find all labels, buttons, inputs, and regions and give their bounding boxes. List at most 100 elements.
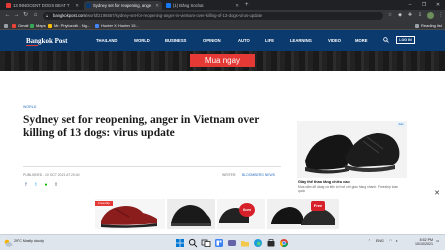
tab-favicon-icon: [166, 3, 171, 8]
height-badge: 6cm: [239, 203, 255, 217]
shoe-ad-image[interactable]: [297, 121, 407, 178]
reload-icon[interactable]: ↻: [21, 11, 30, 20]
ad-tile-red-shoe[interactable]: Freeship toàn quốc: [95, 199, 165, 229]
profile-avatar[interactable]: [427, 12, 434, 19]
bookmark-label: Hunter X Hunter 15...: [101, 23, 139, 28]
kebab-menu-icon[interactable]: ⋮: [437, 11, 445, 20]
bookmark-icon: [95, 23, 99, 28]
puzzle-icon[interactable]: ✚: [406, 11, 414, 20]
bookmark-apps[interactable]: [4, 21, 10, 30]
bookmarks-bar: Gmail Maps Mr. Phylozoth - Ng... Hunter …: [0, 21, 445, 30]
new-tab-button[interactable]: +: [245, 1, 249, 9]
notification-icon[interactable]: ▭: [436, 239, 439, 243]
nav-life[interactable]: LIFE: [265, 37, 274, 44]
maximize-button[interactable]: ❐: [417, 0, 431, 10]
volume-icon[interactable]: 🔈︎: [396, 239, 398, 243]
search-icon[interactable]: [383, 37, 389, 43]
language-indicator[interactable]: ENG: [376, 239, 384, 243]
wifi-icon[interactable]: ◠: [389, 239, 392, 243]
nav-world[interactable]: WORLD: [134, 37, 150, 44]
minimize-button[interactable]: –: [403, 0, 417, 10]
published-date: PUBLISHED : 10 OCT 2021 AT 20:40: [23, 173, 80, 177]
line-icon[interactable]: ●: [43, 182, 49, 188]
address-bar[interactable]: 🔒︎ bangkokpost.com/world/2195567/sydney-…: [43, 11, 383, 20]
login-button[interactable]: LOG IN: [396, 36, 415, 44]
bookmark-phylozoth[interactable]: Mr. Phylozoth - Ng...: [48, 21, 90, 30]
lock-icon: 🔒︎: [46, 12, 49, 18]
weather-icon[interactable]: [3, 238, 13, 248]
download-icon[interactable]: ⇩: [416, 11, 424, 20]
extension-icon[interactable]: ◆: [396, 11, 404, 20]
nav-business[interactable]: BUSINESS: [165, 37, 186, 44]
writer-label: WRITER:: [222, 173, 237, 177]
close-icon[interactable]: ✕: [155, 1, 159, 10]
bookmark-icon: [48, 23, 52, 28]
close-icon[interactable]: ✕: [75, 1, 79, 10]
top-ad-banner[interactable]: Mua ngay: [0, 51, 445, 71]
bookmark-label: Mr. Phylozoth - Ng...: [54, 23, 91, 28]
tab-dogs[interactable]: 13 INNOCENT DOGS BEAT T ✕: [4, 1, 82, 10]
twitter-icon[interactable]: t: [33, 182, 39, 188]
window-close-button[interactable]: ✕: [431, 0, 445, 10]
promo-label: Freeship toàn quốc: [95, 201, 113, 210]
reading-list[interactable]: Reading list: [415, 21, 442, 30]
side-ad[interactable]: Ads Giày thể thao tăng chiều cao Mua sắm…: [297, 121, 407, 205]
site-header: Bangkok Post THAILAND WORLD BUSINESS OPI…: [0, 30, 445, 51]
ad-tile-black-shoe[interactable]: [167, 199, 215, 229]
tab-label: 13 INNOCENT DOGS BEAT T: [13, 3, 70, 8]
bookmark-maps[interactable]: Maps: [30, 21, 46, 30]
weather-widget[interactable]: 29°C Mostly cloudy: [14, 239, 44, 243]
weather-temp: 29°C: [14, 239, 22, 243]
buy-now-button[interactable]: Mua ngay: [190, 54, 255, 67]
close-icon[interactable]: ✕: [235, 1, 239, 10]
apps-icon: [4, 23, 8, 28]
widgets-icon[interactable]: [214, 238, 224, 248]
tab-favicon-icon: [86, 3, 91, 8]
clock[interactable]: 8:52 PM 10/10/2021: [409, 238, 433, 246]
divider: [23, 166, 281, 167]
tab-label: Sydney set for reopening, ange: [93, 3, 152, 8]
tab-sydney[interactable]: Sydney set for reopening, ange ✕: [84, 1, 162, 10]
adchoices-badge[interactable]: Ads: [397, 122, 405, 127]
windows-start-icon[interactable]: [175, 238, 185, 248]
reading-list-label: Reading list: [421, 23, 442, 28]
home-icon[interactable]: ⌂: [31, 11, 40, 20]
close-icon[interactable]: ✕: [433, 190, 441, 198]
nav-more[interactable]: MORE: [355, 37, 368, 44]
edge-icon[interactable]: [253, 238, 263, 248]
star-icon[interactable]: ☆: [386, 11, 394, 20]
black-shoe-image: [171, 205, 211, 226]
nav-opinion[interactable]: OPINION: [203, 37, 221, 44]
browser-tab-strip: 13 INNOCENT DOGS BEAT T ✕ Sydney set for…: [0, 0, 445, 10]
arrow-left-icon[interactable]: ←: [3, 11, 12, 20]
ad-tile-pair[interactable]: Free: [267, 199, 339, 229]
nav-video[interactable]: VIDEO: [328, 37, 341, 44]
nav-thailand[interactable]: THAILAND: [96, 37, 117, 44]
ad-tile-insole[interactable]: 6cm: [217, 199, 265, 229]
side-ad-title[interactable]: Giày thể thao tăng chiều cao: [298, 180, 350, 184]
writer-link[interactable]: BLOOMBERG NEWS: [242, 173, 275, 177]
section-tag[interactable]: WORLD: [23, 105, 36, 109]
file-explorer-icon[interactable]: [240, 238, 250, 248]
chevron-up-icon[interactable]: ⌃: [368, 239, 371, 243]
facebook-icon[interactable]: f: [23, 182, 29, 188]
task-view-icon[interactable]: [201, 238, 211, 248]
chat-icon[interactable]: [227, 238, 237, 248]
share-icon[interactable]: ⇪: [53, 182, 59, 188]
site-logo[interactable]: Bangkok Post: [26, 37, 67, 46]
url-path: /world/2195567/sydney-set-for-reopening-…: [85, 12, 263, 18]
nav-learning[interactable]: LEARNING: [290, 37, 312, 44]
bookmark-hunter[interactable]: Hunter X Hunter 15...: [95, 21, 139, 30]
shoe-illustration: [297, 121, 407, 178]
store-icon[interactable]: [266, 238, 276, 248]
arrow-right-icon[interactable]: →: [12, 11, 21, 20]
clock-date: 10/10/2021: [415, 241, 433, 246]
bottom-ad-strip[interactable]: Freeship toàn quốc 6cm Free: [95, 199, 339, 229]
chrome-icon[interactable]: [279, 238, 289, 248]
tab-facebook[interactable]: (1) Đăng Sochat ✕: [164, 1, 242, 10]
windows-taskbar: 29°C Mostly cloudy ⌃ ENG ◠ 🔈︎ 8:52 PM 10…: [0, 234, 445, 250]
search-icon[interactable]: [188, 238, 198, 248]
nav-auto[interactable]: AUTO: [238, 37, 250, 44]
bookmark-gmail[interactable]: Gmail: [12, 21, 28, 30]
gmail-icon: [12, 23, 16, 28]
